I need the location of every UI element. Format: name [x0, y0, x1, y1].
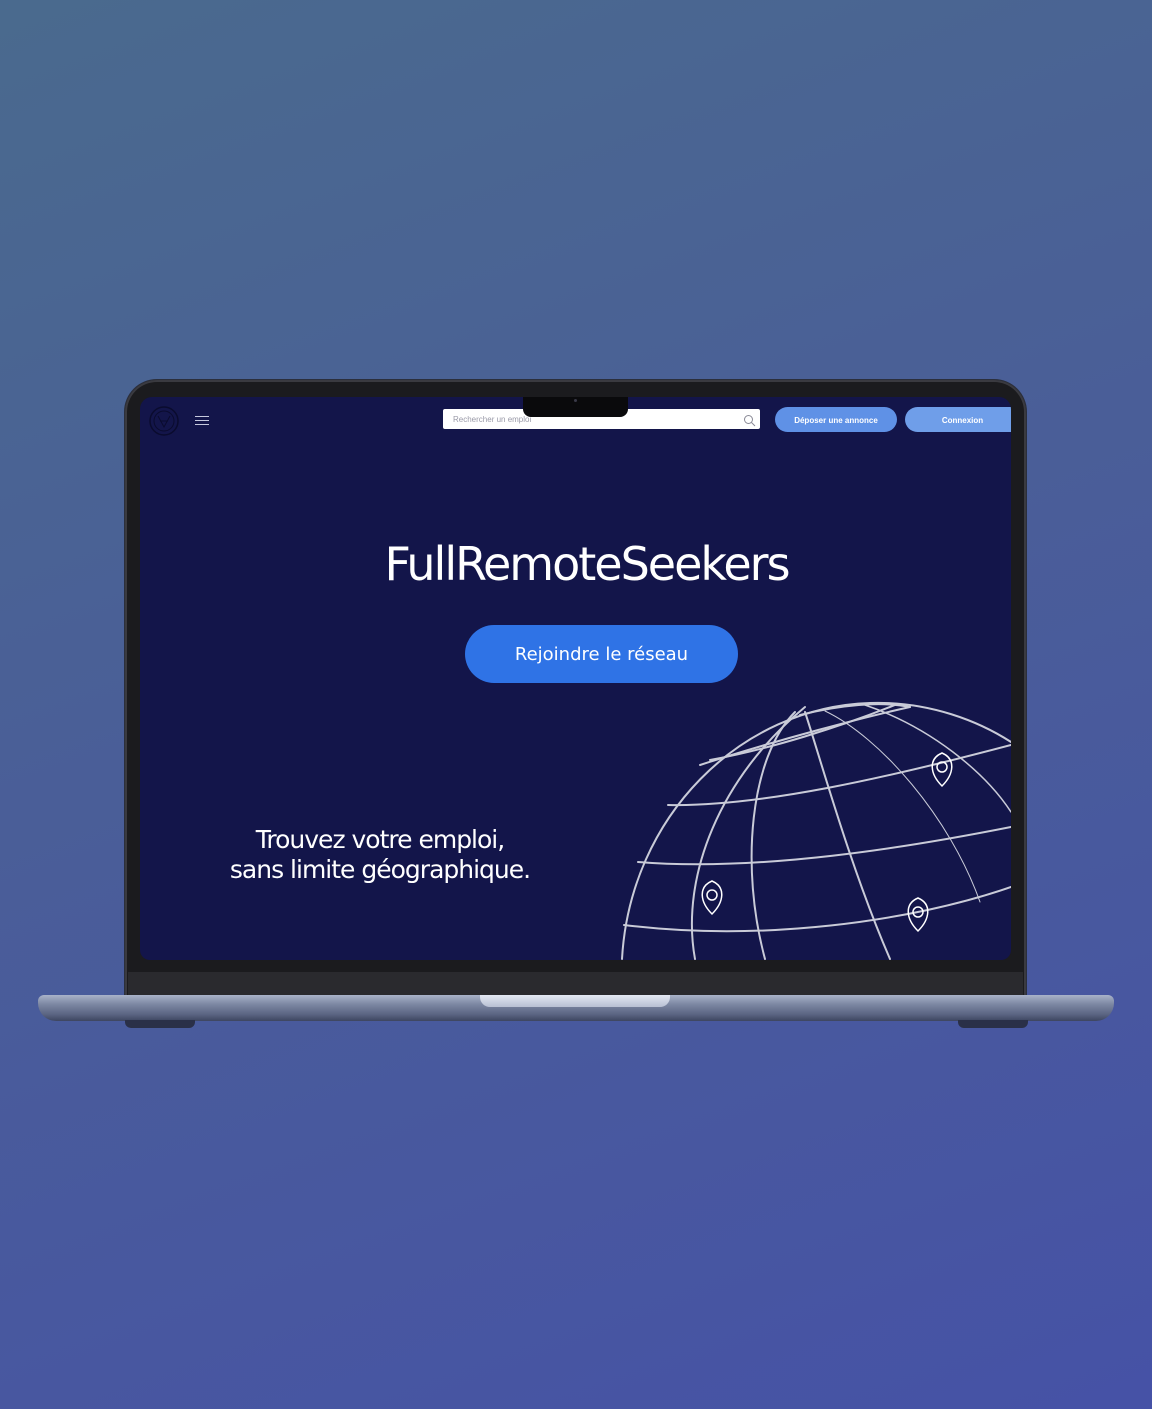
- logo-emblem-icon[interactable]: [148, 405, 180, 437]
- tagline-line-2: sans limite géographique.: [229, 855, 531, 884]
- laptop-foot-left: [125, 1020, 195, 1028]
- tagline-line-1: Trouvez votre emploi,: [255, 825, 505, 854]
- laptop-screen: Déposer une annonce Connexion FullRemote…: [140, 397, 1011, 960]
- location-pin-icon-1: [931, 752, 953, 788]
- hero-title: FullRemoteSeekers: [384, 537, 790, 591]
- login-button[interactable]: Connexion: [905, 407, 1011, 432]
- search-icon[interactable]: [743, 412, 756, 427]
- globe-illustration: [621, 701, 1011, 960]
- hamburger-menu-icon[interactable]: [195, 416, 209, 428]
- hero-tagline: Trouvez votre emploi, sans limite géogra…: [195, 825, 565, 885]
- post-job-button[interactable]: Déposer une annonce: [775, 407, 897, 432]
- camera-notch: [523, 397, 628, 417]
- laptop-bottom-bezel: [128, 972, 1023, 996]
- location-pin-icon-3: [907, 897, 929, 933]
- join-network-button[interactable]: Rejoindre le réseau: [465, 625, 738, 683]
- location-pin-icon-2: [701, 880, 723, 916]
- laptop-opening-lip: [480, 995, 670, 1007]
- laptop-foot-right: [958, 1020, 1028, 1028]
